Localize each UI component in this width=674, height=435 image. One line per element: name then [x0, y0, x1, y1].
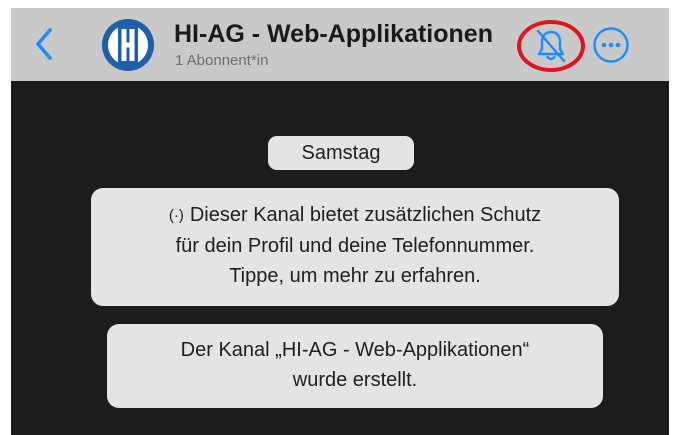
subscriber-count: 1 Abonnent*in — [175, 52, 269, 69]
channel-info[interactable]: HI-AG - Web-Applikationen 1 Abonnent*in — [174, 18, 514, 74]
chat-screen: HI-AG - Web-Applikationen 1 Abonnent*in … — [11, 8, 669, 435]
chevron-left-icon — [36, 28, 52, 60]
mute-button[interactable] — [517, 20, 585, 72]
ellipsis-circle-icon — [593, 27, 629, 63]
bell-slash-icon — [536, 29, 566, 63]
channel-avatar[interactable] — [102, 19, 154, 71]
chat-header: HI-AG - Web-Applikationen 1 Abonnent*in — [11, 8, 669, 81]
created-line-2: wurde erstellt. — [292, 369, 418, 391]
back-button[interactable] — [27, 22, 61, 66]
created-line-1: Der Kanal „HI-AG - Web-Applikationen“ — [180, 339, 530, 361]
notice-line-1: (·) Dieser Kanal bietet zusätzlichen Schu… — [91, 200, 619, 231]
channel-protection-notice[interactable]: (·) Dieser Kanal bietet zusätzlichen Schu… — [91, 188, 619, 306]
more-options-button[interactable] — [591, 25, 631, 65]
notice-line-2: für dein Profil und deine Telefonnummer. — [175, 235, 535, 257]
broadcast-icon: (·) — [168, 207, 184, 224]
notice-text-1: Dieser Kanal bietet zusätzlichen Schutz — [189, 204, 542, 226]
channel-created-notice: Der Kanal „HI-AG - Web-Applikationen“ wu… — [107, 324, 603, 408]
channel-title: HI-AG - Web-Applikationen — [174, 20, 493, 48]
channel-logo — [102, 19, 154, 71]
date-separator: Samstag — [268, 136, 414, 170]
notice-line-3: Tippe, um mehr zu erfahren. — [229, 265, 481, 287]
